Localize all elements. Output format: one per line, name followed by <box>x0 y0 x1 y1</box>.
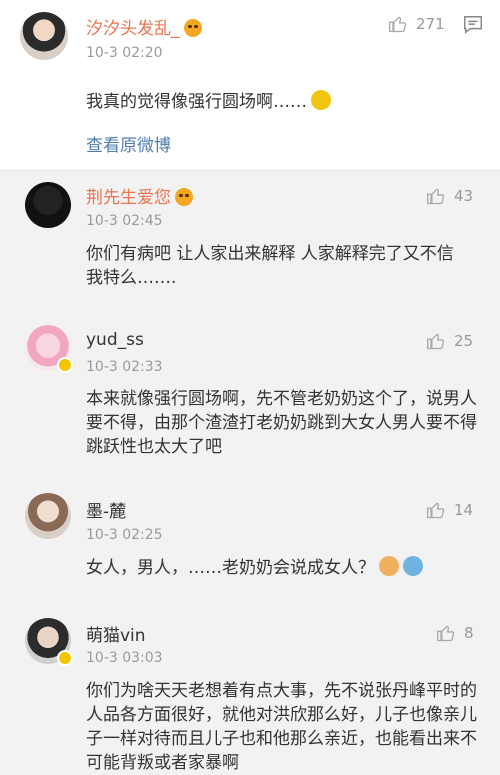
comment-text-row: 女人，男人，……老奶奶会说成女人？ <box>86 556 423 580</box>
vip-emoji-icon <box>183 19 202 37</box>
comment-like-button[interactable]: 8 <box>436 623 474 643</box>
comment-time: 10-3 02:45 <box>86 213 163 229</box>
comment-like-button[interactable]: 25 <box>426 331 473 351</box>
verified-badge-icon <box>57 650 73 666</box>
main-post-text-row: 我真的觉得像强行圆场啊…… <box>86 90 331 114</box>
comment-username[interactable]: 荆先生爱您 <box>86 188 171 208</box>
comment-username[interactable]: yud_ss <box>86 330 144 350</box>
main-post-avatar[interactable] <box>20 12 68 60</box>
comment-text: 你们为啥天天老想着有点大事，先不说张丹峰平时的人品各方面很好，就他对洪欣那么好，… <box>86 681 477 773</box>
thumbs-up-icon <box>427 333 445 350</box>
main-post-username[interactable]: 汐汐头发乱_ <box>86 19 180 39</box>
thumbs-up-icon <box>427 188 445 205</box>
emoji-icon <box>403 556 423 576</box>
comment-like-button[interactable]: 43 <box>426 186 473 206</box>
comment-like-count: 8 <box>464 624 474 642</box>
comment-time: 10-3 03:03 <box>86 650 163 666</box>
thumbs-up-icon <box>389 16 407 33</box>
comment-text: 女人，男人，……老奶奶会说成女人？ <box>86 558 375 578</box>
comment-username[interactable]: 萌猫vin <box>86 621 146 646</box>
comment-like-count: 43 <box>454 187 474 205</box>
emoji-icon <box>379 556 399 576</box>
comment-username-row[interactable]: 荆先生爱您 <box>86 183 193 208</box>
comment-avatar[interactable] <box>25 182 71 228</box>
view-original-link[interactable]: 查看原微博 <box>86 131 171 156</box>
comment-like-button[interactable]: 14 <box>426 500 473 520</box>
comment-time: 10-3 02:25 <box>86 527 163 543</box>
main-post-text: 我真的觉得像强行圆场啊…… <box>86 92 307 112</box>
comment-avatar[interactable] <box>25 493 71 539</box>
emoji-icon <box>311 90 331 110</box>
comment-like-count: 25 <box>454 332 474 350</box>
vip-emoji-icon <box>175 188 193 206</box>
comment-time: 10-3 02:33 <box>86 359 163 375</box>
comment-icon[interactable] <box>462 14 484 36</box>
comment-username[interactable]: 墨-麓 <box>86 497 126 522</box>
comment-text: 本来就像强行圆场啊，先不管老奶奶这个了，说男人要不得，由那个渣渣打老奶奶跳到大女… <box>86 389 477 457</box>
comment-like-count: 14 <box>454 501 474 519</box>
main-post-like-button[interactable]: 271 <box>388 14 445 34</box>
thumbs-up-icon <box>437 625 455 642</box>
comment-text: 你们有病吧 让人家出来解释 人家解释完了又不信 我特么……. <box>86 244 454 288</box>
verified-badge-icon <box>57 357 73 373</box>
main-post-like-count: 271 <box>416 15 445 33</box>
main-post-username-row[interactable]: 汐汐头发乱_ <box>86 14 202 39</box>
thumbs-up-icon <box>427 502 445 519</box>
main-post: 汐汐头发乱_ 10-3 02:20 271 我真的觉得像强行圆场啊…… 查看原微… <box>0 0 500 171</box>
main-post-time: 10-3 02:20 <box>86 45 163 61</box>
